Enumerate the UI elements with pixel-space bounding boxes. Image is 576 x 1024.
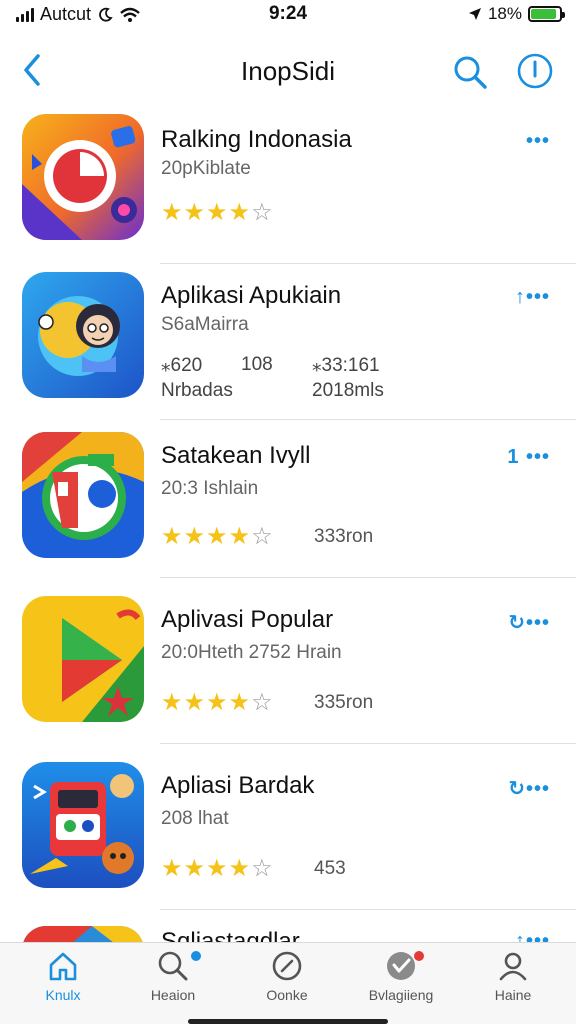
app-name: Satakean Ivyll bbox=[161, 442, 311, 469]
tab-label: Heaion bbox=[150, 987, 196, 1003]
divider bbox=[160, 743, 576, 744]
star-rating: ★★★★☆ bbox=[161, 854, 274, 883]
tab-explore[interactable]: Oonke bbox=[232, 949, 342, 1019]
compass-icon bbox=[272, 951, 302, 981]
star-filled-icon: ★ bbox=[161, 523, 184, 550]
list-item[interactable]: Aplikasi Apukiain S6aMairra ⁎620 108 ⁎33… bbox=[0, 260, 576, 420]
status-right: 18% bbox=[468, 4, 565, 24]
search-button[interactable] bbox=[450, 52, 490, 92]
stat-value: ⁎620 bbox=[161, 355, 203, 376]
tab-search[interactable]: Heaion bbox=[118, 949, 228, 1019]
tab-label: Knulx bbox=[45, 987, 81, 1003]
location-arrow-icon bbox=[468, 8, 481, 20]
star-rating: ★★★★☆ bbox=[161, 198, 274, 227]
info-button[interactable] bbox=[516, 52, 554, 90]
review-count: 335ron bbox=[314, 692, 374, 713]
status-bar: Autcut 9:24 18% bbox=[0, 0, 576, 30]
star-rating: ★★★★☆ bbox=[161, 522, 274, 551]
battery-percent: 18% bbox=[487, 4, 522, 23]
tab-profile[interactable]: Haine bbox=[458, 949, 568, 1019]
tab-label: Bvlagiieng bbox=[368, 987, 434, 1003]
tab-label: Haine bbox=[494, 987, 532, 1003]
app-icon bbox=[22, 762, 144, 888]
star-filled-icon: ★ bbox=[161, 199, 184, 226]
star-filled-icon: ★ bbox=[228, 523, 252, 550]
app-icon bbox=[22, 596, 144, 722]
app-name: Aplivasi Popular bbox=[161, 606, 334, 633]
home-indicator bbox=[188, 1019, 388, 1024]
notification-badge bbox=[414, 951, 424, 961]
star-filled-icon: ★ bbox=[161, 689, 184, 716]
app-subtitle: 20:0Hteth 2752 Hrain bbox=[161, 642, 342, 663]
app-subtitle: 208 lhat bbox=[161, 808, 229, 829]
star-filled-icon: ★ bbox=[206, 199, 229, 226]
tab-bar: Knulx Heaion Oonke Bvlagiieng Haine bbox=[0, 942, 576, 1024]
star-empty-icon: ☆ bbox=[251, 855, 274, 882]
star-filled-icon: ★ bbox=[228, 855, 252, 882]
more-button[interactable]: ↑••• bbox=[515, 286, 550, 309]
app-subtitle: 20pKiblate bbox=[161, 158, 251, 179]
app-name: Ralking Indonasia bbox=[161, 126, 352, 153]
star-rating: ★★★★☆ bbox=[161, 688, 274, 717]
stat-value: ⁎33:161 bbox=[312, 355, 380, 376]
list-item[interactable]: Ralking Indonasia 20pKiblate ★★★★☆ ••• bbox=[0, 104, 576, 264]
app-subtitle: 20:3 Ishlain bbox=[161, 478, 259, 499]
person-icon bbox=[499, 952, 527, 981]
star-filled-icon: ★ bbox=[161, 855, 184, 882]
stat-value: 108 bbox=[241, 354, 273, 375]
home-icon bbox=[49, 952, 77, 981]
star-empty-icon: ☆ bbox=[251, 523, 274, 550]
heart-icon bbox=[387, 952, 415, 980]
more-button[interactable]: ••• bbox=[526, 130, 550, 153]
star-filled-icon: ★ bbox=[183, 199, 207, 226]
navigation-bar: InopSidi bbox=[0, 40, 576, 100]
list-item[interactable]: Apliasi Bardak 208 lhat ★★★★☆ 453 ↻••• bbox=[0, 750, 576, 910]
app-name: Apliasi Bardak bbox=[161, 772, 315, 799]
app-subtitle: S6aMairra bbox=[161, 314, 249, 335]
more-button[interactable]: ↻••• bbox=[508, 610, 550, 635]
review-count: 333ron bbox=[314, 526, 374, 547]
star-filled-icon: ★ bbox=[228, 199, 252, 226]
app-icon bbox=[22, 114, 144, 240]
star-empty-icon: ☆ bbox=[251, 689, 274, 716]
app-name: Aplikasi Apukiain bbox=[161, 282, 342, 309]
more-button[interactable]: 1 ••• bbox=[507, 446, 550, 469]
star-filled-icon: ★ bbox=[206, 855, 229, 882]
app-icon bbox=[22, 432, 144, 558]
stat-label: 2018mls bbox=[312, 380, 384, 401]
star-filled-icon: ★ bbox=[183, 855, 207, 882]
star-filled-icon: ★ bbox=[228, 689, 252, 716]
divider bbox=[160, 909, 576, 910]
star-filled-icon: ★ bbox=[206, 523, 229, 550]
star-filled-icon: ★ bbox=[183, 523, 207, 550]
star-filled-icon: ★ bbox=[183, 689, 207, 716]
tab-label: Oonke bbox=[266, 987, 308, 1003]
battery-icon bbox=[528, 6, 565, 22]
review-count: 453 bbox=[314, 858, 346, 879]
list-item[interactable]: Aplivasi Popular 20:0Hteth 2752 Hrain ★★… bbox=[0, 584, 576, 744]
tab-favorites[interactable]: Bvlagiieng bbox=[346, 949, 456, 1019]
search-icon bbox=[158, 951, 188, 981]
list-item[interactable]: Satakean Ivyll 20:3 Ishlain ★★★★☆ 333ron… bbox=[0, 418, 576, 578]
app-icon bbox=[22, 272, 144, 398]
stat-label: Nrbadas bbox=[161, 380, 233, 401]
info-icon bbox=[517, 53, 553, 89]
divider bbox=[160, 577, 576, 578]
more-button[interactable]: ↻••• bbox=[508, 776, 550, 801]
tab-home[interactable]: Knulx bbox=[8, 949, 118, 1019]
star-filled-icon: ★ bbox=[206, 689, 229, 716]
notification-badge bbox=[191, 951, 201, 961]
star-empty-icon: ☆ bbox=[251, 199, 274, 226]
search-icon bbox=[454, 56, 487, 89]
